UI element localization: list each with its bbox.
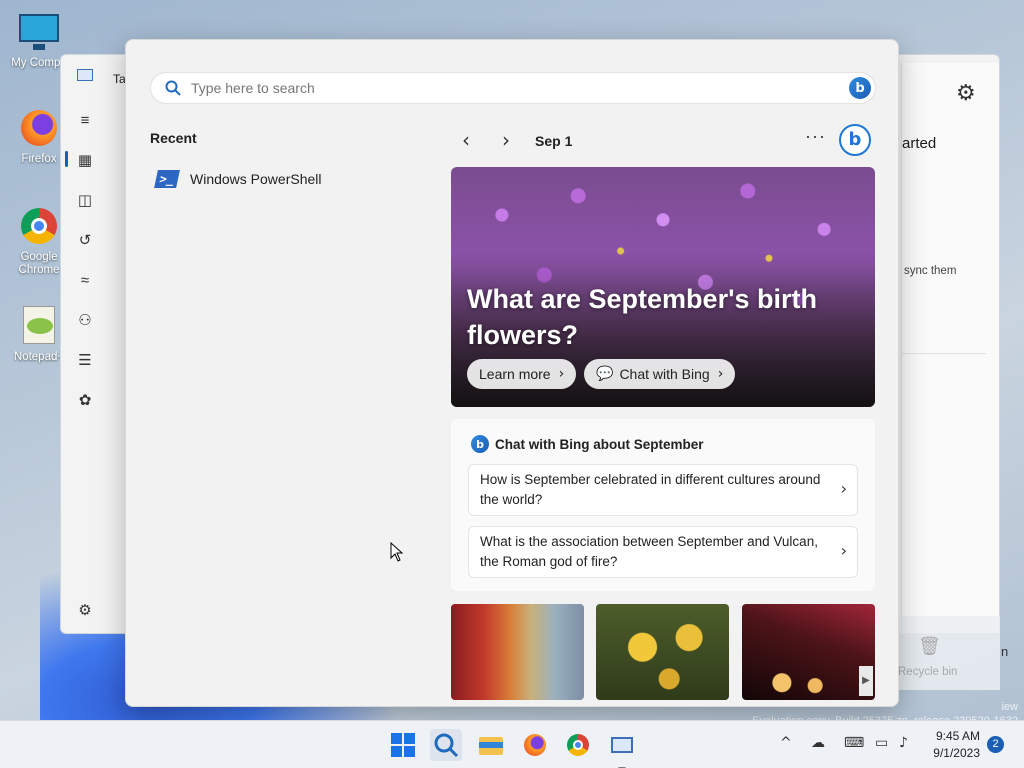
search-box[interactable]: b — [150, 72, 876, 104]
right-pane-divider — [902, 353, 986, 354]
trash-icon: 🗑 — [918, 636, 941, 657]
chevron-right-icon: › — [558, 366, 565, 382]
clock-time[interactable]: 9:45 AM — [922, 729, 980, 743]
learn-more-label: Learn more — [479, 366, 551, 382]
right-edge-label: n — [1001, 644, 1009, 659]
learn-more-button[interactable]: Learn more › — [467, 359, 577, 389]
clock-date[interactable]: 9/1/2023 — [922, 746, 980, 760]
scroll-right-arrow-icon[interactable]: ▶ — [859, 666, 873, 696]
task-manager-right-pane: ⚙ arted sync them — [901, 63, 999, 633]
bing-logo-icon[interactable]: b — [839, 124, 871, 156]
firefox-taskbar-icon[interactable] — [519, 729, 551, 761]
settings-gear-icon[interactable]: ⚙ — [75, 601, 95, 621]
details-icon[interactable]: ☰ — [75, 351, 95, 371]
hero-card[interactable]: What are September's birth flowers? Lear… — [451, 167, 875, 407]
settings-gear-icon[interactable]: ⚙ — [956, 81, 976, 106]
services-icon[interactable]: ✿ — [75, 391, 95, 411]
notepadpp-icon — [17, 304, 61, 348]
search-input[interactable] — [191, 80, 849, 96]
users-icon[interactable]: ⚇ — [75, 311, 95, 331]
search-icon — [165, 80, 181, 96]
mouse-cursor-icon — [390, 542, 404, 562]
chevron-right-icon: › — [717, 366, 724, 382]
notification-badge[interactable]: 2 — [987, 736, 1004, 753]
thumbnail-flowers[interactable] — [596, 604, 729, 700]
start-windows-icon[interactable] — [387, 729, 419, 761]
chat-card-title: b Chat with Bing about September — [471, 435, 704, 453]
show-hidden-icons-chevron-up-icon[interactable]: ^ — [780, 735, 792, 751]
thumbnail-gemstones[interactable] — [451, 604, 584, 700]
right-pane-text: sync them — [904, 265, 957, 277]
sidebar-active-indicator — [65, 151, 68, 167]
highlights-nav: ‹ › Sep 1 ··· b — [451, 124, 876, 158]
recycle-bin-label: Recycle bin — [898, 666, 958, 678]
bing-icon: b — [471, 435, 489, 453]
powershell-icon: >_ — [154, 170, 180, 188]
chrome-icon — [17, 204, 61, 248]
chevron-right-icon: › — [840, 541, 847, 560]
question-text: How is September celebrated in different… — [480, 472, 821, 507]
task-manager-taskbar-icon[interactable] — [606, 729, 638, 768]
desktop-icon-label: My Compu — [11, 57, 67, 69]
onedrive-icon[interactable]: ☁ — [811, 735, 825, 751]
highlight-date: Sep 1 — [535, 133, 573, 149]
network-icon[interactable]: ▭ — [875, 735, 888, 751]
chevron-right-icon: › — [840, 479, 847, 498]
recent-item-label: Windows PowerShell — [190, 171, 322, 187]
bing-question-1[interactable]: How is September celebrated in different… — [468, 464, 858, 516]
taskbar-search-icon[interactable] — [430, 729, 462, 761]
desktop-icon-label: Firefox — [21, 153, 57, 165]
task-manager-title: Ta — [113, 72, 126, 86]
volume-icon[interactable]: ♪ — [899, 735, 908, 751]
chat-with-bing-button[interactable]: 💬 Chat with Bing › — [584, 359, 736, 389]
search-flyout[interactable]: b Recent >_ Windows PowerShell ‹ › Sep 1… — [125, 39, 899, 707]
chat-bubble-icon: 💬 — [596, 366, 614, 382]
keyboard-icon[interactable]: ⌨ — [844, 735, 864, 751]
previous-arrow-icon[interactable]: ‹ — [453, 128, 479, 154]
chat-card-title-text: Chat with Bing about September — [495, 436, 704, 452]
thumbnail-violin[interactable] — [742, 604, 875, 700]
hamburger-menu-icon[interactable]: ≡ — [75, 111, 95, 131]
performance-icon[interactable]: ◫ — [75, 191, 95, 211]
more-options-icon[interactable]: ··· — [805, 126, 826, 147]
next-arrow-icon[interactable]: › — [493, 128, 519, 154]
firefox-icon — [17, 106, 61, 150]
desktop-icon-label: Notepad+ — [13, 351, 65, 363]
recent-heading: Recent — [150, 130, 197, 146]
bing-chat-card: b Chat with Bing about September How is … — [451, 419, 875, 591]
chrome-taskbar-icon[interactable] — [562, 729, 594, 761]
question-text: What is the association between Septembe… — [480, 534, 818, 569]
right-pane-heading: arted — [902, 135, 937, 152]
startup-apps-icon[interactable]: ≈ — [75, 271, 95, 291]
notification-count: 2 — [992, 738, 999, 750]
recent-item-powershell[interactable]: >_ Windows PowerShell — [154, 166, 426, 192]
hero-title: What are September's birth flowers? — [467, 284, 817, 350]
desktop-icon-recycle-bin[interactable]: 🗑 Recycle bin — [896, 616, 1000, 690]
monitor-icon — [17, 10, 61, 54]
chat-with-bing-label: Chat with Bing — [619, 366, 710, 382]
task-manager-app-icon — [77, 69, 93, 81]
bing-question-2[interactable]: What is the association between Septembe… — [468, 526, 858, 578]
taskbar: ^ ☁ ⌨ ▭ ♪ 9:45 AM 9/1/2023 2 — [0, 720, 1024, 768]
bing-icon[interactable]: b — [849, 77, 871, 99]
processes-icon[interactable]: ▦ — [75, 151, 95, 171]
app-history-icon[interactable]: ↺ — [75, 231, 95, 251]
desktop-icon-label: Google Chrome — [18, 251, 60, 276]
file-explorer-icon[interactable] — [475, 729, 507, 761]
